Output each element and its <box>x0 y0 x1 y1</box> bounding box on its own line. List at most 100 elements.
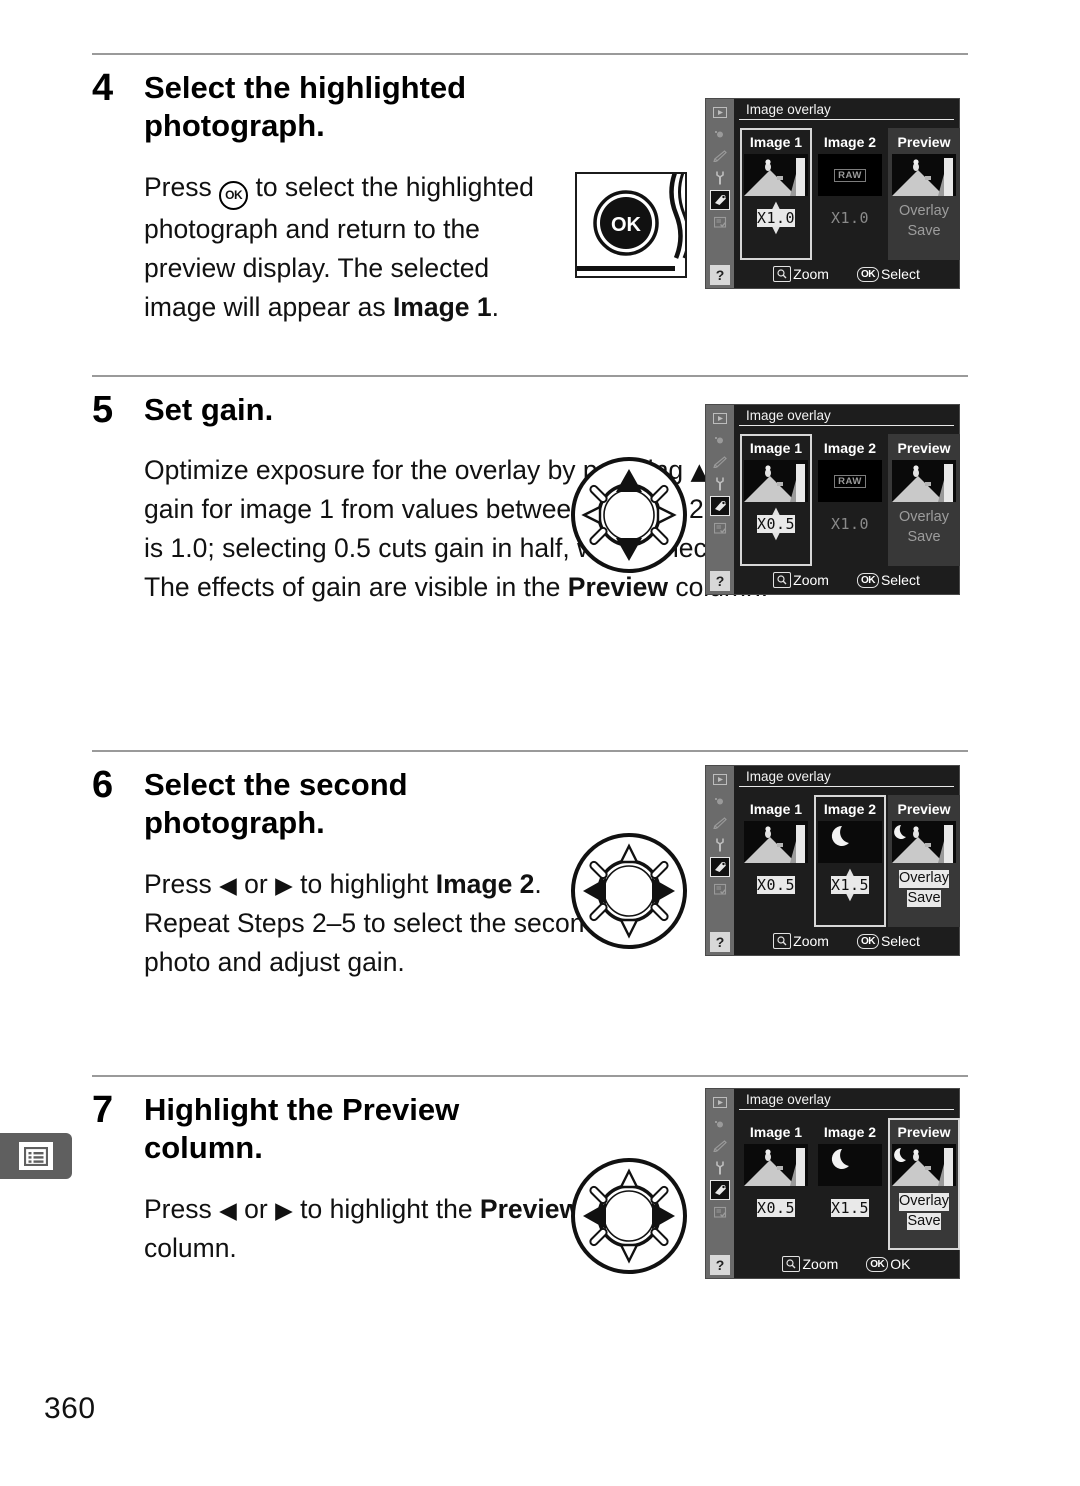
step-5-title: Set gain. <box>144 392 274 427</box>
column-image1[interactable]: Image 1 <box>740 1118 812 1250</box>
multi-selector-leftright[interactable] <box>570 832 688 950</box>
gain-down-arrow[interactable]: ▼ <box>772 226 780 236</box>
footer-zoom: Zoom <box>773 933 829 949</box>
save-action[interactable]: Save <box>907 1212 941 1231</box>
ok-icon: OK <box>856 266 879 282</box>
custom-settings-icon[interactable] <box>710 146 730 166</box>
multi-selector-updown[interactable] <box>570 456 688 574</box>
help-icon[interactable]: ? <box>710 571 730 591</box>
shooting-menu-icon[interactable] <box>710 430 730 450</box>
overlay-action[interactable]: Overlay <box>899 870 949 888</box>
column-preview[interactable]: Preview Overlay Save <box>888 128 960 260</box>
save-action[interactable]: Save <box>907 223 940 241</box>
moon-person-hill-photo <box>892 1144 956 1186</box>
overlay-action[interactable]: Overlay <box>899 203 949 221</box>
step-4-title: Select the highlighted photograph. <box>144 70 467 144</box>
setup-icon[interactable] <box>710 474 730 494</box>
raw-placeholder: RAW <box>818 460 882 502</box>
retouch-icon[interactable] <box>710 190 730 210</box>
column-label: Image 1 <box>749 440 803 456</box>
step-7: 7 Highlight the Preview column. Press ◀ … <box>92 1077 968 1357</box>
column-image2[interactable]: Image 2 RAW ▲ X1.0 ▼ <box>814 434 886 566</box>
multi-selector-leftright[interactable] <box>570 1157 688 1275</box>
setup-icon[interactable] <box>710 835 730 855</box>
person-hill-photo <box>892 154 956 196</box>
playback-icon[interactable] <box>710 102 730 122</box>
column-preview[interactable]: Preview Overlay Save <box>888 1118 960 1250</box>
footer-zoom: Zoom <box>782 1256 838 1272</box>
gain-up-arrow[interactable]: ▲ <box>772 507 780 517</box>
recent-settings-icon[interactable] <box>710 518 730 538</box>
column-image2[interactable]: Image 2 ▲ X1.5 <box>814 1118 886 1250</box>
custom-settings-icon[interactable] <box>710 813 730 833</box>
lcd-title: Image overlay <box>739 1089 954 1110</box>
gain-up-arrow[interactable]: ▲ <box>772 201 780 211</box>
playback-icon[interactable] <box>710 1092 730 1112</box>
help-icon[interactable]: ? <box>710 932 730 952</box>
save-action[interactable]: Save <box>907 529 940 547</box>
gain-value: X0.5 <box>756 1199 796 1217</box>
retouch-icon[interactable] <box>710 857 730 877</box>
help-icon[interactable]: ? <box>710 265 730 285</box>
column-image1[interactable]: Image 1 <box>740 795 812 927</box>
setup-icon[interactable] <box>710 1158 730 1178</box>
person-hill-photo <box>744 1144 808 1186</box>
gain-stepper: ▲ X0.5 ▼ <box>756 869 796 901</box>
lcd-footer: Zoom OK Select <box>734 568 959 594</box>
help-icon[interactable]: ? <box>710 1255 730 1275</box>
recent-settings-icon[interactable] <box>710 879 730 899</box>
column-preview[interactable]: Preview Overlay Save <box>888 434 960 566</box>
lcd-screen: ? Image overlay Image 1 <box>705 404 960 595</box>
shooting-menu-icon[interactable] <box>710 1114 730 1134</box>
gain-down-arrow[interactable]: ▼ <box>772 532 780 542</box>
section-tab[interactable] <box>0 1133 72 1179</box>
recent-settings-icon[interactable] <box>710 1202 730 1222</box>
column-label: Preview <box>897 801 951 817</box>
custom-settings-icon[interactable] <box>710 452 730 472</box>
screen-step6: ? Image overlay Image 1 X0.5 Image 2 ▲ X… <box>705 765 960 956</box>
setup-icon[interactable] <box>710 168 730 188</box>
lcd-columns: Image 1 <box>734 426 960 568</box>
gain-down-arrow[interactable]: ▼ <box>846 893 854 903</box>
menu-list-icon <box>19 1142 53 1170</box>
gain-stepper[interactable]: ▲ X1.0 ▼ <box>756 201 796 236</box>
save-action[interactable]: Save <box>907 889 941 908</box>
playback-icon[interactable] <box>710 769 730 789</box>
shooting-menu-icon[interactable] <box>710 124 730 144</box>
lcd-main: Image overlay Image 1 <box>734 405 960 594</box>
column-image2[interactable]: Image 2 RAW ▲ X1.0 ▼ <box>814 128 886 260</box>
moon-photo <box>818 821 882 863</box>
lcd-columns: Image 1 <box>734 120 960 262</box>
step-4-body: Press OK to select the highlighted photo… <box>144 171 534 322</box>
zoom-icon <box>773 266 792 282</box>
shooting-menu-icon[interactable] <box>710 791 730 811</box>
recent-settings-icon[interactable] <box>710 212 730 232</box>
column-image2[interactable]: Image 2 ▲ X1.5 <box>814 795 886 927</box>
step-7-number: 7 <box>92 1089 114 1131</box>
playback-icon[interactable] <box>710 408 730 428</box>
footer-ok: OK OK <box>866 1256 911 1272</box>
gain-value: X1.0 <box>830 209 870 227</box>
footer-ok: OK Select <box>856 266 920 282</box>
overlay-action[interactable]: Overlay <box>899 1193 949 1211</box>
gain-stepper[interactable]: ▲ X0.5 ▼ <box>756 507 796 542</box>
footer-zoom-label: Zoom <box>793 933 829 949</box>
column-image1[interactable]: Image 1 <box>740 128 812 260</box>
footer-ok: OK Select <box>856 933 920 949</box>
overlay-action[interactable]: Overlay <box>899 509 949 527</box>
column-preview[interactable]: Preview Overlay Save <box>888 795 960 927</box>
custom-settings-icon[interactable] <box>710 1136 730 1156</box>
column-image1[interactable]: Image 1 <box>740 434 812 566</box>
gain-stepper: ▲ X0.5 ▼ <box>756 1192 796 1224</box>
column-label: Image 2 <box>823 134 877 150</box>
ok-button-photo: OK <box>575 172 687 278</box>
step-5-number: 5 <box>92 389 114 431</box>
page-content: 4 Select the highlighted photograph. Pre… <box>92 0 968 1357</box>
retouch-icon[interactable] <box>710 496 730 516</box>
gain-stepper[interactable]: ▲ X1.5 ▼ <box>830 868 870 903</box>
retouch-icon[interactable] <box>710 1180 730 1200</box>
lcd-title: Image overlay <box>739 766 954 787</box>
gain-stepper: ▲ X1.0 ▼ <box>831 202 869 234</box>
gain-up-arrow[interactable]: ▲ <box>846 868 854 878</box>
moon-person-hill-photo <box>892 821 956 863</box>
